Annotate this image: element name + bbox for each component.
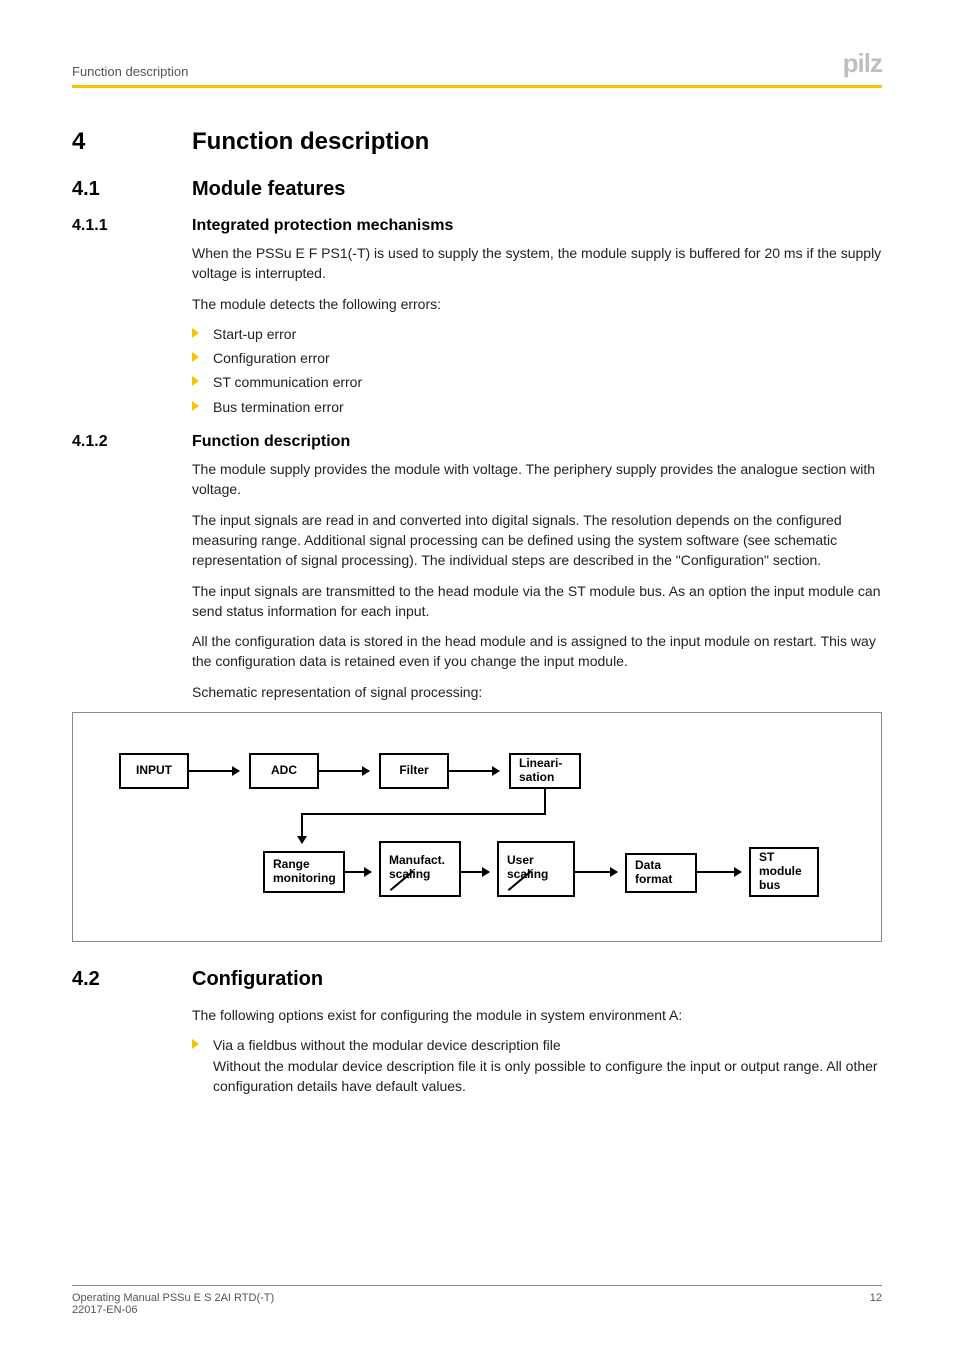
- page-footer: Operating Manual PSSu E S 2AI RTD(-T) 22…: [72, 1285, 882, 1316]
- scale-icon: [507, 867, 537, 893]
- box-label: ST: [759, 851, 809, 865]
- bullet-text: Bus termination error: [213, 397, 882, 417]
- box-label: sation: [519, 771, 571, 785]
- heading-number: 4: [72, 128, 192, 156]
- page-number: 12: [870, 1292, 882, 1316]
- bullet-icon: [192, 376, 199, 386]
- heading-number: 4.1: [72, 178, 192, 201]
- arrow-icon: [449, 770, 499, 772]
- box-label: Range: [273, 858, 335, 872]
- footer-line: 22017-EN-06: [72, 1304, 274, 1316]
- signal-processing-diagram: INPUT ADC Filter Lineari- sation Range m…: [72, 712, 882, 942]
- arrow-icon: [697, 871, 741, 873]
- breadcrumb: Function description: [72, 64, 188, 79]
- paragraph: The following options exist for configur…: [192, 1005, 882, 1025]
- heading-4-1: 4.1 Module features: [72, 178, 882, 201]
- heading-number: 4.1.1: [72, 217, 192, 235]
- box-label: module: [759, 865, 809, 879]
- connector-line: [301, 813, 546, 815]
- box-linearisation: Lineari- sation: [509, 753, 581, 789]
- list-item: ST communication error: [192, 372, 882, 392]
- bullet-line: Without the modular device description f…: [213, 1058, 878, 1094]
- paragraph: The input signals are read in and conver…: [192, 510, 882, 571]
- arrow-icon: [575, 871, 617, 873]
- heading-4-1-2: 4.1.2 Function description: [72, 433, 882, 451]
- heading-title: Function description: [192, 128, 882, 156]
- box-label: Manufact.: [389, 854, 451, 868]
- paragraph: The module detects the following errors:: [192, 294, 882, 314]
- box-label: ADC: [271, 764, 297, 778]
- box-manufact-scaling: Manufact. scaling: [379, 841, 461, 897]
- heading-4-1-1: 4.1.1 Integrated protection mechanisms: [72, 217, 882, 235]
- arrow-icon: [301, 813, 303, 843]
- box-label: User: [507, 854, 565, 868]
- paragraph: All the configuration data is stored in …: [192, 631, 882, 672]
- bullet-list: Via a fieldbus without the modular devic…: [192, 1035, 882, 1096]
- heading-title: Configuration: [192, 968, 882, 991]
- box-label: Lineari-: [519, 757, 571, 771]
- bullet-text: Configuration error: [213, 348, 882, 368]
- box-adc: ADC: [249, 753, 319, 789]
- paragraph: When the PSSu E F PS1(-T) is used to sup…: [192, 243, 882, 284]
- heading-title: Integrated protection mechanisms: [192, 217, 882, 235]
- box-st-module-bus: ST module bus: [749, 847, 819, 897]
- bullet-text: ST communication error: [213, 372, 882, 392]
- box-input: INPUT: [119, 753, 189, 789]
- box-label: Filter: [399, 764, 428, 778]
- arrow-icon: [345, 871, 371, 873]
- paragraph: Schematic representation of signal proce…: [192, 682, 882, 702]
- box-label: bus: [759, 879, 809, 893]
- section-4-1-2-body: The module supply provides the module wi…: [192, 459, 882, 702]
- bullet-icon: [192, 328, 199, 338]
- bullet-list: Start-up error Configuration error ST co…: [192, 324, 882, 417]
- letter-i: i: [858, 48, 864, 78]
- box-user-scaling: User scaling: [497, 841, 575, 897]
- brand-logo: pilz: [843, 48, 882, 79]
- heading-4-2: 4.2 Configuration: [72, 968, 882, 991]
- bullet-icon: [192, 401, 199, 411]
- scale-icon: [389, 867, 419, 893]
- bullet-icon: [192, 1039, 199, 1049]
- bullet-line: Via a fieldbus without the modular devic…: [213, 1037, 561, 1053]
- arrow-icon: [319, 770, 369, 772]
- list-item: Start-up error: [192, 324, 882, 344]
- list-item: Configuration error: [192, 348, 882, 368]
- section-4-1-1-body: When the PSSu E F PS1(-T) is used to sup…: [192, 243, 882, 417]
- box-range-monitoring: Range monitoring: [263, 851, 345, 893]
- box-label: INPUT: [136, 764, 172, 778]
- box-label: monitoring: [273, 872, 335, 886]
- heading-title: Module features: [192, 178, 882, 201]
- heading-title: Function description: [192, 433, 882, 451]
- paragraph: The module supply provides the module wi…: [192, 459, 882, 500]
- bullet-text: Start-up error: [213, 324, 882, 344]
- heading-number: 4.1.2: [72, 433, 192, 451]
- section-4-2-body: The following options exist for configur…: [192, 1005, 882, 1096]
- box-data-format: Data format: [625, 853, 697, 893]
- heading-4: 4 Function description: [72, 128, 882, 156]
- header-rule: [72, 85, 882, 88]
- box-label: format: [635, 873, 687, 887]
- footer-line: Operating Manual PSSu E S 2AI RTD(-T): [72, 1292, 274, 1304]
- list-item: Via a fieldbus without the modular devic…: [192, 1035, 882, 1096]
- bullet-text: Via a fieldbus without the modular devic…: [213, 1035, 882, 1096]
- connector-line: [544, 789, 546, 813]
- footer-left: Operating Manual PSSu E S 2AI RTD(-T) 22…: [72, 1292, 274, 1316]
- box-label: Data: [635, 859, 687, 873]
- box-filter: Filter: [379, 753, 449, 789]
- bullet-icon: [192, 352, 199, 362]
- arrow-icon: [189, 770, 239, 772]
- list-item: Bus termination error: [192, 397, 882, 417]
- page-header: Function description pilz: [72, 48, 882, 85]
- arrow-icon: [461, 871, 489, 873]
- paragraph: The input signals are transmitted to the…: [192, 581, 882, 622]
- heading-number: 4.2: [72, 968, 192, 991]
